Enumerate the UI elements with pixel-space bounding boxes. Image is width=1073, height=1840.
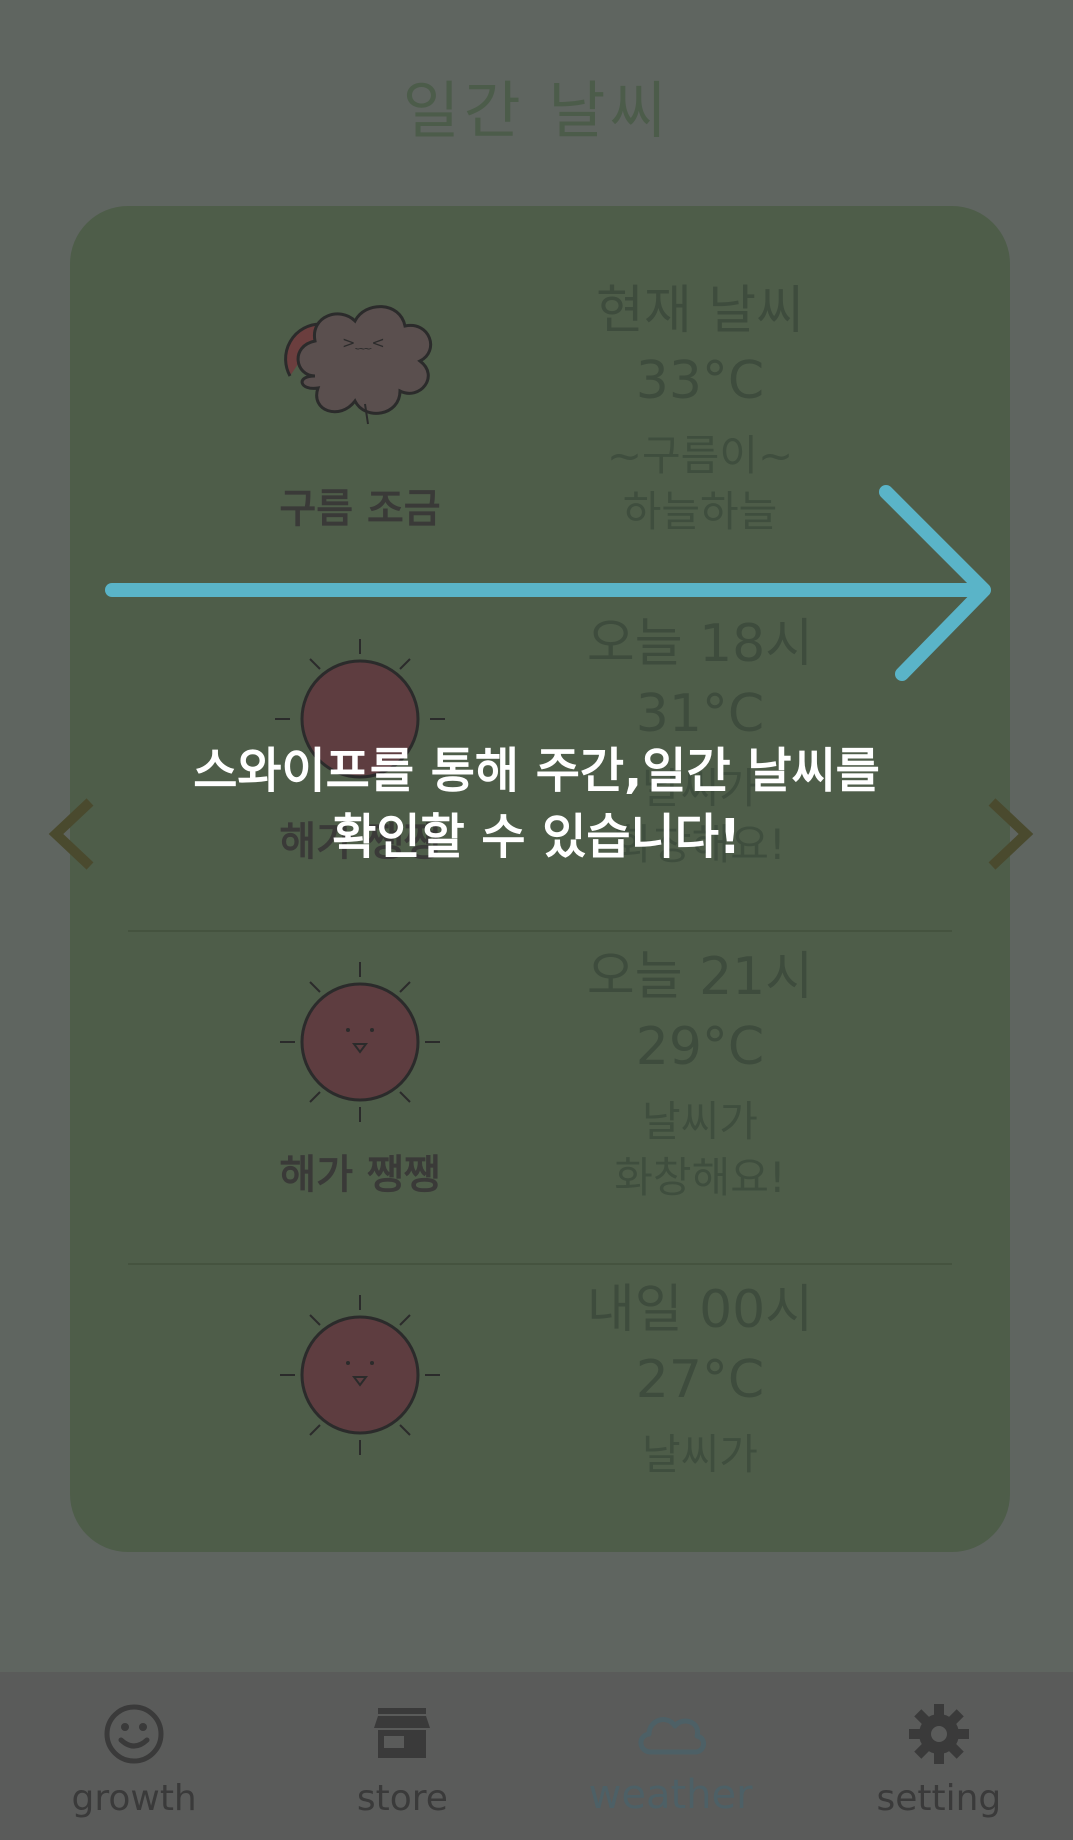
forecast-desc: 날씨가 화창해요! [510, 1094, 890, 1206]
divider [128, 1263, 952, 1265]
page-title: 일간 날씨 [402, 74, 671, 147]
forecast-temp: 33°C [635, 351, 765, 411]
swipe-arrow-icon [100, 478, 1000, 698]
forecast-desc-line: ~구름이~ [606, 431, 794, 480]
tab-store[interactable]: store [268, 1672, 536, 1840]
forecast-time: 내일 00시 [586, 1280, 814, 1340]
forecast-card[interactable]: >﹏< 구름 조금 현재 날씨 33°C ~구름이~ 하늘하늘 해가 쨍쨍 오늘… [70, 206, 1010, 1552]
swipe-hint-text: 스와이프를 통해 주간,일간 날씨를 확인할 수 있습니다! [0, 738, 1073, 870]
tab-growth[interactable]: growth [0, 1672, 268, 1840]
sun-icon [260, 942, 460, 1142]
bottom-nav: growth store weather setting [0, 1672, 1073, 1840]
forecast-desc-line: 날씨가 [642, 1430, 758, 1479]
cloud-icon: >﹏< [260, 276, 460, 476]
forecast-temp: 27°C [635, 1350, 765, 1410]
cloud-outline-icon [638, 1717, 706, 1755]
forecast-desc-line: 화창해요! [614, 1153, 786, 1202]
tab-label: store [356, 1778, 448, 1819]
divider [128, 930, 952, 932]
forecast-temp: 29°C [635, 1017, 765, 1077]
forecast-row: 해가 쨍쨍 오늘 21시 29°C 날씨가 화창해요! [70, 942, 1010, 1275]
forecast-row: 내일 00시 27°C 날씨가 [70, 1275, 1010, 1552]
tab-label: growth [71, 1778, 197, 1819]
tab-label: weather [588, 1772, 753, 1818]
svg-text:>﹏<: >﹏< [342, 333, 385, 352]
store-icon [374, 1708, 431, 1758]
gear-icon [908, 1704, 969, 1764]
forecast-time: 오늘 21시 [586, 947, 814, 1007]
forecast-info: 내일 00시 27°C 날씨가 [510, 1275, 890, 1483]
smiley-icon [104, 1704, 164, 1764]
tab-weather[interactable]: weather [537, 1672, 805, 1840]
condition-label: 해가 쨍쨍 [279, 1152, 441, 1198]
forecast-desc-line: 날씨가 [642, 1097, 758, 1146]
forecast-time: 현재 날씨 [596, 281, 804, 341]
swipe-hint-line: 확인할 수 있습니다! [332, 809, 741, 865]
forecast-info: 오늘 21시 29°C 날씨가 화창해요! [510, 942, 890, 1206]
tab-setting[interactable]: setting [805, 1672, 1073, 1840]
sun-icon [260, 1275, 460, 1475]
tab-label: setting [876, 1778, 1002, 1819]
forecast-desc: 날씨가 [510, 1427, 890, 1483]
swipe-hint-line: 스와이프를 통해 주간,일간 날씨를 [193, 743, 880, 799]
